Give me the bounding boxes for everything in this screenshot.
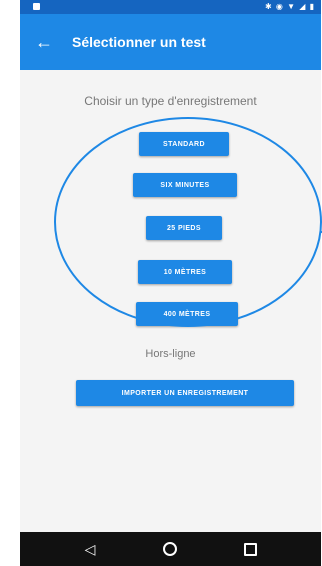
notification-icon: [33, 3, 40, 10]
circle-home-icon[interactable]: [150, 532, 190, 566]
status-icons: ✱ ◉ ▼ ◢ ▮: [264, 2, 315, 11]
offline-label: Hors-ligne: [145, 348, 196, 360]
app-bar: ← Sélectionner un test: [20, 14, 321, 70]
25-feet-button[interactable]: 25 PIEDS: [146, 216, 222, 240]
standard-button[interactable]: STANDARD: [139, 132, 229, 156]
page-title: Sélectionner un test: [72, 34, 206, 50]
phone-screen: ✱ ◉ ▼ ◢ ▮ ← Sélectionner un test Choisir…: [20, 0, 321, 566]
status-bar: ✱ ◉ ▼ ◢ ▮: [20, 0, 321, 14]
triangle-back-icon[interactable]: ◁: [70, 532, 110, 566]
main-content: Choisir un type d'enregistrement STANDAR…: [20, 70, 321, 532]
400-meters-button[interactable]: 400 MÈTRES: [136, 302, 238, 326]
six-minutes-button[interactable]: SIX MINUTES: [133, 173, 237, 197]
square-recents-icon[interactable]: [230, 532, 270, 566]
import-recording-button[interactable]: IMPORTER UN ENREGISTREMENT: [76, 380, 294, 406]
10-meters-button[interactable]: 10 MÈTRES: [138, 260, 232, 284]
system-nav-bar: ◁: [20, 532, 321, 566]
back-arrow-icon[interactable]: ←: [32, 30, 56, 54]
subtitle: Choisir un type d'enregistrement: [84, 94, 257, 108]
